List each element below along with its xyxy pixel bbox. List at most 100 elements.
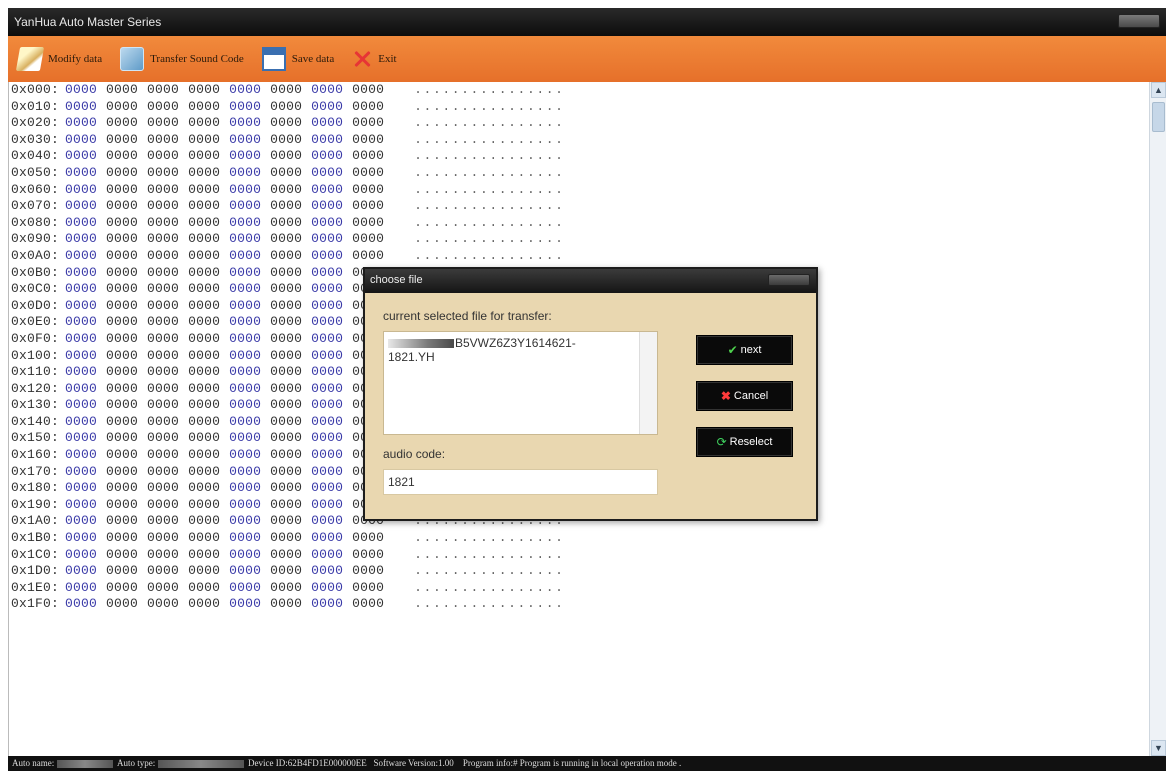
hex-ascii: ................	[414, 164, 565, 180]
hex-word: 0000	[147, 397, 180, 413]
dialog-window-controls[interactable]	[768, 274, 810, 286]
hex-address: 0x1C0:	[11, 546, 60, 562]
hex-word: 0000	[106, 231, 139, 247]
hex-row: 0x1F0: 0000 0000 0000 0000 0000 0000 0000 0000..…	[9, 596, 1166, 613]
scroll-thumb[interactable]	[1152, 102, 1165, 132]
hex-word: 0000	[106, 430, 139, 446]
exit-label: Exit	[378, 53, 397, 65]
hex-row: 0x1B0: 0000 0000 0000 0000 0000 0000 0000 0000..…	[9, 530, 1166, 547]
hex-word: 0000	[106, 148, 139, 164]
hex-address: 0x0F0:	[11, 330, 60, 346]
save-icon	[261, 47, 286, 71]
hex-word: 0000	[188, 198, 221, 214]
hex-word: 0000	[188, 281, 221, 297]
hex-word: 0000	[147, 563, 180, 579]
hex-address: 0x0C0:	[11, 281, 60, 297]
hex-word: 0000	[147, 231, 180, 247]
hex-ascii: ................	[414, 214, 565, 230]
hex-word: 0000	[188, 297, 221, 313]
hex-word: 0000	[270, 364, 303, 380]
hex-word: 0000	[352, 131, 385, 147]
hex-word: 0000	[352, 231, 385, 247]
hex-word: 0000	[65, 314, 98, 330]
hex-word: 0000	[106, 98, 139, 114]
hex-word: 0000	[188, 463, 221, 479]
selected-file-box[interactable]: B5VWZ6Z3Y1614621- 1821.YH	[383, 331, 658, 435]
hex-address: 0x090:	[11, 231, 60, 247]
hex-word: 0000	[188, 447, 221, 463]
transfer-sound-code-button[interactable]: Transfer Sound Code	[120, 47, 244, 71]
hex-word: 0000	[147, 115, 180, 131]
hex-word: 0000	[229, 82, 262, 97]
hex-word: 0000	[270, 247, 303, 263]
hex-word: 0000	[106, 214, 139, 230]
save-data-button[interactable]: Save data	[261, 47, 334, 71]
hex-address: 0x120:	[11, 380, 60, 396]
next-button[interactable]: ✔ next	[696, 335, 793, 365]
hex-word: 0000	[188, 264, 221, 280]
hex-word: 0000	[188, 214, 221, 230]
title-bar: YanHua Auto Master Series	[8, 8, 1166, 36]
hex-word: 0000	[229, 463, 262, 479]
scroll-up-icon[interactable]: ▲	[1151, 82, 1166, 98]
hex-word: 0000	[147, 198, 180, 214]
hex-address: 0x070:	[11, 198, 60, 214]
hex-word: 0000	[65, 231, 98, 247]
hex-address: 0x0E0:	[11, 314, 60, 330]
hex-row: 0x050: 0000 0000 0000 0000 0000 0000 0000 0000..…	[9, 165, 1166, 182]
hex-ascii: ................	[414, 247, 565, 263]
hex-word: 0000	[106, 364, 139, 380]
hex-row: 0x020: 0000 0000 0000 0000 0000 0000 0000 0000..…	[9, 115, 1166, 132]
hex-word: 0000	[270, 480, 303, 496]
hex-word: 0000	[65, 181, 98, 197]
reselect-button[interactable]: ⟳ Reselect	[696, 427, 793, 457]
cancel-button[interactable]: ✖ Cancel	[696, 381, 793, 411]
hex-word: 0000	[311, 181, 344, 197]
window-title: YanHua Auto Master Series	[14, 15, 162, 29]
hex-ascii: ................	[414, 198, 565, 214]
modify-data-button[interactable]: Modify data	[15, 47, 102, 71]
device-id: Device ID:62B4FD1E000000EE	[248, 758, 367, 768]
hex-word: 0000	[188, 98, 221, 114]
vertical-scrollbar[interactable]: ▲ ▼	[1149, 82, 1166, 756]
hex-word: 0000	[65, 496, 98, 512]
hex-word: 0000	[106, 264, 139, 280]
file-name-redacted	[388, 339, 454, 349]
hex-word: 0000	[352, 115, 385, 131]
hex-word: 0000	[270, 314, 303, 330]
file-box-scrollbar[interactable]	[639, 332, 657, 434]
hex-word: 0000	[147, 347, 180, 363]
hex-ascii: ................	[414, 98, 565, 114]
hex-word: 0000	[188, 82, 221, 97]
reselect-label: Reselect	[729, 436, 773, 448]
hex-word: 0000	[270, 447, 303, 463]
hex-word: 0000	[229, 131, 262, 147]
hex-address: 0x0B0:	[11, 264, 60, 280]
exit-button[interactable]: Exit	[352, 49, 396, 69]
hex-word: 0000	[147, 579, 180, 595]
hex-word: 0000	[106, 347, 139, 363]
hex-word: 0000	[65, 98, 98, 114]
scroll-down-icon[interactable]: ▼	[1151, 740, 1166, 756]
hex-word: 0000	[106, 480, 139, 496]
hex-word: 0000	[352, 579, 385, 595]
hex-address: 0x160:	[11, 447, 60, 463]
window-controls[interactable]	[1118, 14, 1160, 28]
dialog-title: choose file	[370, 274, 423, 286]
hex-word: 0000	[229, 98, 262, 114]
audio-code-field[interactable]: 1821	[383, 469, 658, 495]
hex-word: 0000	[147, 546, 180, 562]
hex-word: 0000	[270, 148, 303, 164]
hex-address: 0x080:	[11, 214, 60, 230]
hex-word: 0000	[311, 546, 344, 562]
hex-word: 0000	[147, 82, 180, 97]
hex-word: 0000	[229, 380, 262, 396]
hex-word: 0000	[311, 297, 344, 313]
hex-word: 0000	[352, 214, 385, 230]
cancel-label: Cancel	[733, 390, 769, 402]
hex-word: 0000	[229, 496, 262, 512]
checkmark-icon: ✔	[727, 343, 738, 357]
hex-word: 0000	[270, 513, 303, 529]
auto-type-value-redacted	[157, 759, 244, 768]
hex-word: 0000	[65, 82, 98, 97]
